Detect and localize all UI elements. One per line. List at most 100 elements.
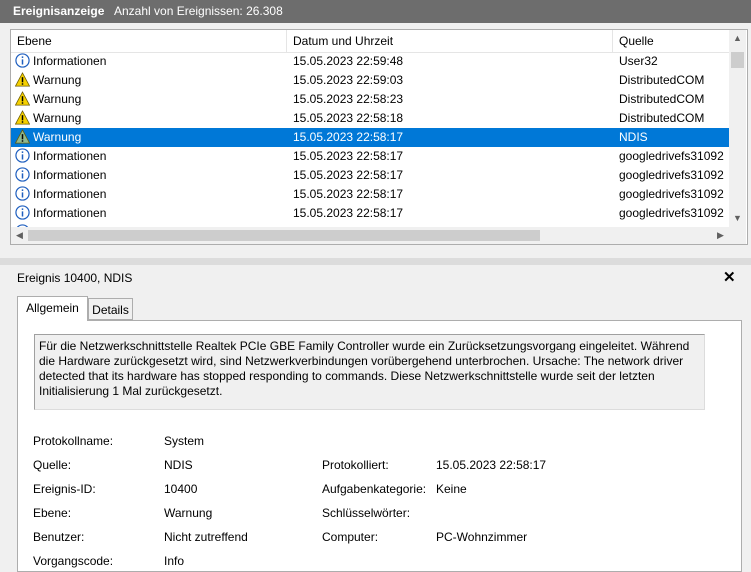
scroll-right-icon[interactable]: ▶ [712, 227, 729, 244]
warning-icon [15, 72, 31, 87]
warning-icon [15, 91, 31, 106]
table-row[interactable]: Warnung 15.05.2023 22:59:03 DistributedCOM [11, 71, 729, 90]
source-value: NDIS [164, 458, 193, 472]
opcode-label: Vorgangscode: [33, 554, 114, 568]
event-id-label: Ereignis-ID: [33, 482, 96, 496]
task-category-value: Keine [436, 482, 467, 496]
event-id-value: 10400 [164, 482, 198, 496]
vertical-scroll-thumb[interactable] [731, 52, 744, 68]
event-message[interactable]: Für die Netzwerkschnittstelle Realtek PC… [34, 334, 705, 410]
column-header-source[interactable]: Quelle [613, 30, 729, 52]
row-level-cell: Warnung [15, 109, 285, 128]
detail-header: Ereignis 10400, NDIS ✕ [9, 269, 747, 287]
row-level-text: Warnung [33, 111, 82, 125]
row-level-cell: Warnung [15, 71, 285, 90]
warning-icon [15, 129, 31, 144]
user-value: Nicht zutreffend [164, 530, 248, 544]
horizontal-scroll-thumb[interactable] [28, 230, 540, 241]
row-level-cell: Informationen [15, 147, 285, 166]
row-level-text: Informationen [33, 54, 107, 68]
info-icon [15, 167, 30, 182]
keywords-label: Schlüsselwörter: [322, 506, 411, 520]
scroll-down-icon[interactable]: ▼ [729, 210, 746, 227]
log-name-label: Protokollname: [33, 434, 114, 448]
row-level-text: Informationen [33, 149, 107, 163]
row-date-cell: 15.05.2023 22:58:18 [293, 111, 404, 125]
row-source-cell: googledrivefs31092 [619, 187, 724, 201]
row-source-cell: DistributedCOM [619, 111, 705, 125]
row-source-cell: googledrivefs31092 [619, 206, 724, 220]
info-icon [15, 53, 30, 68]
row-source-cell: DistributedCOM [619, 92, 705, 106]
task-category-label: Aufgabenkategorie: [322, 482, 427, 496]
row-date-cell: 15.05.2023 22:58:17 [293, 130, 404, 144]
table-row[interactable]: Warnung 15.05.2023 22:58:18 DistributedCOM [11, 109, 729, 128]
row-date-cell: 15.05.2023 22:59:48 [293, 54, 404, 68]
horizontal-scrollbar[interactable]: ◀ ▶ [11, 227, 729, 244]
logged-label: Protokolliert: [322, 458, 389, 472]
row-level-cell: Warnung [15, 90, 285, 109]
event-detail-pane: Ereignis 10400, NDIS ✕ Details Für die N… [9, 265, 747, 572]
log-name-value: System [164, 434, 205, 448]
close-icon[interactable]: ✕ [723, 268, 736, 286]
app-title: Ereignisanzeige [13, 4, 105, 18]
general-tab-panel: Für die Netzwerkschnittstelle Realtek PC… [17, 320, 742, 572]
row-date-cell: 15.05.2023 22:58:17 [293, 149, 404, 163]
row-level-cell: Warnung [15, 128, 285, 147]
row-level-cell: Informationen [15, 166, 285, 185]
vertical-scrollbar[interactable]: ▲ ▼ [729, 30, 746, 227]
level-value: Warnung [164, 506, 213, 520]
logged-value: 15.05.2023 22:58:17 [436, 458, 547, 472]
row-level-text: Informationen [33, 187, 107, 201]
row-source-cell: User32 [619, 54, 658, 68]
column-header-date[interactable]: Datum und Uhrzeit [287, 30, 613, 52]
row-date-cell: 15.05.2023 22:59:03 [293, 73, 404, 87]
row-source-cell: DistributedCOM [619, 73, 705, 87]
info-icon [15, 186, 30, 201]
row-level-text: Warnung [33, 73, 82, 87]
pane-splitter[interactable] [0, 258, 751, 265]
row-level-text: Warnung [33, 92, 82, 106]
tab-details[interactable]: Details [88, 298, 133, 320]
level-label: Ebene: [33, 506, 72, 520]
computer-value: PC-Wohnzimmer [436, 530, 528, 544]
table-row[interactable]: Informationen 15.05.2023 22:59:48 User32 [11, 52, 729, 71]
row-date-cell: 15.05.2023 22:58:17 [293, 206, 404, 220]
row-level-text: Warnung [33, 130, 82, 144]
row-level-cell: Informationen [15, 185, 285, 204]
info-icon [15, 148, 30, 163]
table-row[interactable]: Warnung 15.05.2023 22:58:23 DistributedCOM [11, 90, 729, 109]
scroll-corner [729, 227, 746, 244]
row-source-cell: googledrivefs31092 [619, 149, 724, 163]
opcode-value: Info [164, 554, 185, 568]
row-source-cell: NDIS [619, 130, 648, 144]
warning-icon [15, 110, 31, 125]
table-row[interactable]: Informationen 15.05.2023 22:58:17 googledr… [11, 147, 729, 166]
detail-title: Ereignis 10400, NDIS [17, 271, 133, 285]
row-source-cell: googledrivefs31092 [619, 168, 724, 182]
title-bar: Ereignisanzeige Anzahl von Ereignissen: … [0, 0, 751, 23]
user-label: Benutzer: [33, 530, 85, 544]
table-row[interactable]: Informationen 15.05.2023 22:58:17 googledr… [11, 204, 729, 223]
source-label: Quelle: [33, 458, 72, 472]
table-row[interactable]: Warnung 15.05.2023 22:58:17 NDIS [11, 128, 729, 147]
row-date-cell: 15.05.2023 22:58:17 [293, 168, 404, 182]
info-icon [15, 205, 30, 220]
column-headers: Ebene Datum und Uhrzeit Quelle [11, 30, 729, 53]
event-list[interactable]: Ebene Datum und Uhrzeit Quelle Informati… [10, 29, 748, 245]
row-level-text: Informationen [33, 168, 107, 182]
row-date-cell: 15.05.2023 22:58:17 [293, 187, 404, 201]
tab-general[interactable]: Allgemein [17, 296, 88, 321]
scroll-up-icon[interactable]: ▲ [729, 30, 746, 47]
row-level-cell: Informationen [15, 52, 285, 71]
column-header-level[interactable]: Ebene [11, 30, 287, 52]
row-date-cell: 15.05.2023 22:58:23 [293, 92, 404, 106]
table-row[interactable]: Informationen 15.05.2023 22:58:17 googledr… [11, 185, 729, 204]
row-level-text: Informationen [33, 206, 107, 220]
computer-label: Computer: [322, 530, 379, 544]
event-rows: Informationen 15.05.2023 22:59:48 User32 Wa… [11, 52, 729, 242]
event-count: Anzahl von Ereignissen: 26.308 [114, 4, 283, 18]
scroll-left-icon[interactable]: ◀ [11, 227, 28, 244]
row-level-cell: Informationen [15, 204, 285, 223]
table-row[interactable]: Informationen 15.05.2023 22:58:17 googledr… [11, 166, 729, 185]
